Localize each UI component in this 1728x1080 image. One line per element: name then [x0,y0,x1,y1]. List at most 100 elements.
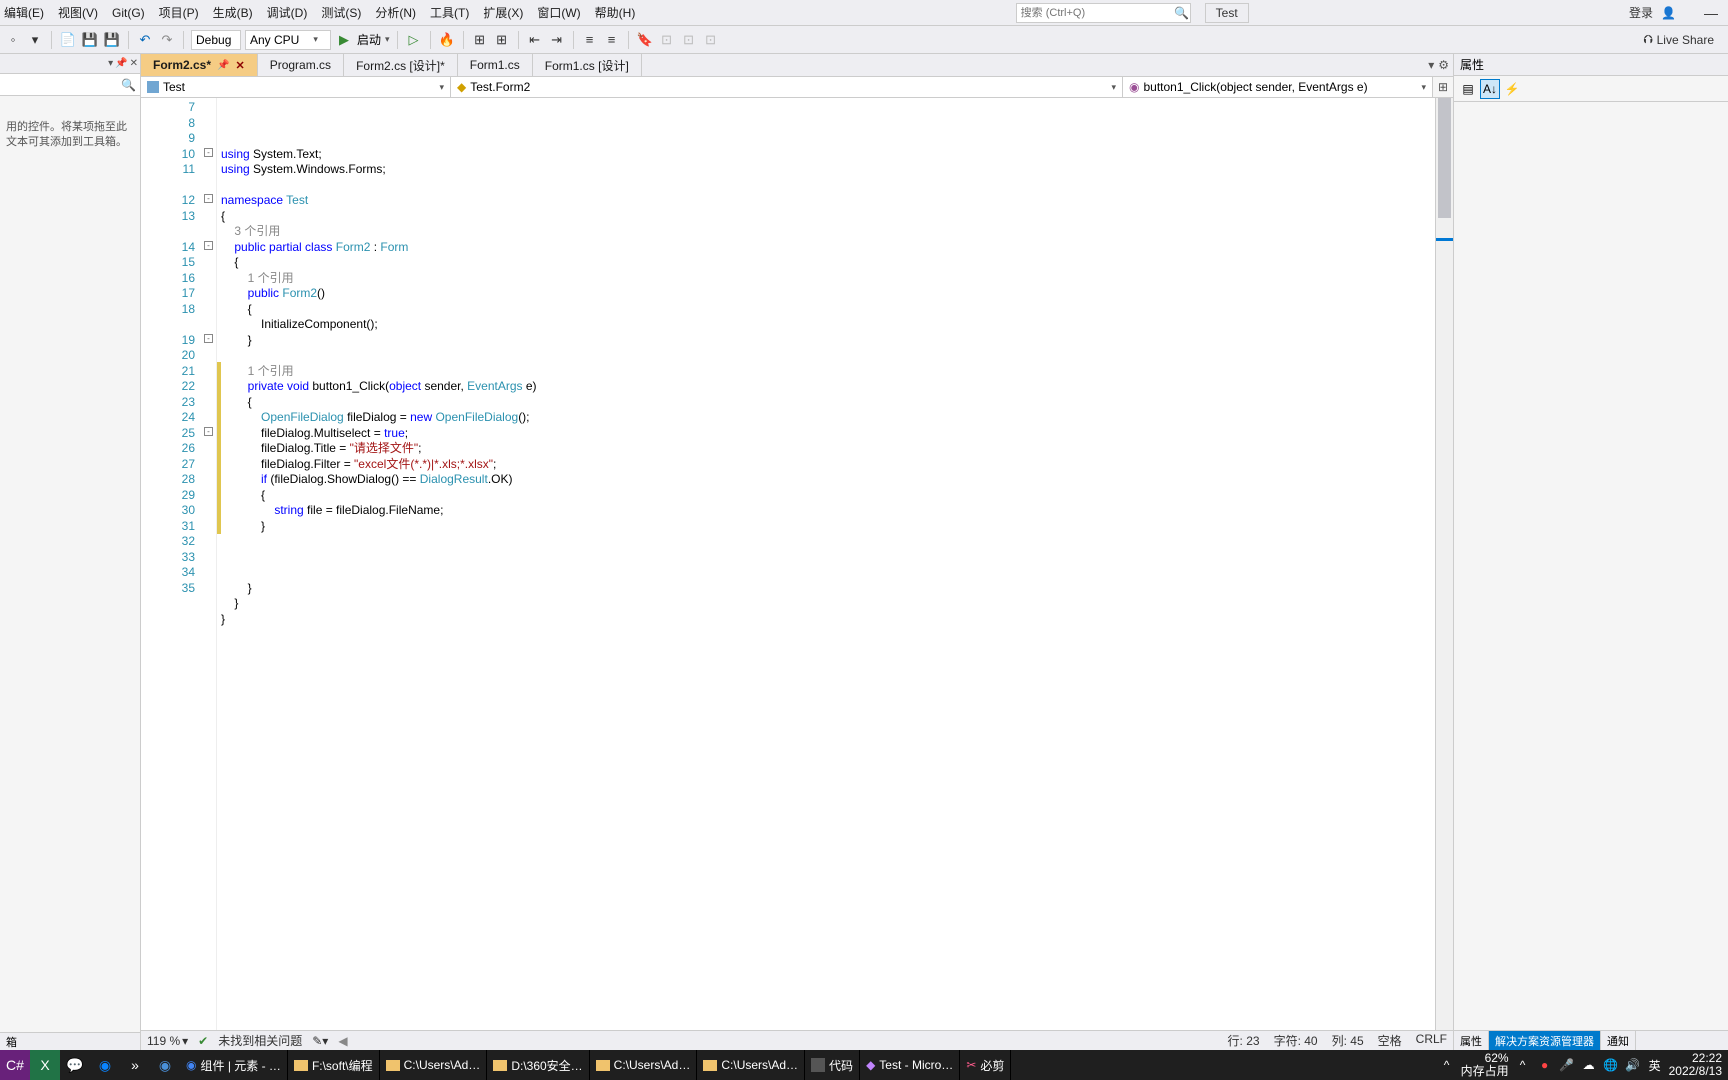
tray-mic-icon[interactable]: 🎤 [1559,1058,1575,1072]
menu-view[interactable]: 视图(V) [58,4,98,21]
nav-project-combo[interactable]: Test▾ [141,77,451,97]
code-view[interactable]: using System.Text;using System.Windows.F… [221,98,1435,1030]
start-debug-icon[interactable]: ▶ [335,31,353,49]
back-icon[interactable]: ◦ [4,31,22,49]
minimize-button[interactable]: — [1698,5,1724,21]
tab-form1-design[interactable]: Form1.cs [设计] [533,54,642,76]
undo-icon[interactable]: ↶ [136,31,154,49]
tray-up-icon[interactable]: ^ [1439,1058,1455,1072]
account-icon[interactable]: 👤 [1661,6,1676,20]
task-folder-5[interactable]: C:\Users\Ad… [697,1050,805,1080]
no-issues-icon[interactable]: ✔ [198,1034,208,1048]
status-line[interactable]: 行: 23 [1228,1032,1260,1049]
tab-form2-design[interactable]: Form2.cs [设计]* [344,54,458,76]
menu-test[interactable]: 测试(S) [321,4,361,21]
nav-2-icon[interactable]: ⊡ [680,31,698,49]
login-link[interactable]: 登录 [1629,4,1653,21]
tray-vol-icon[interactable]: 🔊 [1625,1058,1641,1072]
btab-properties[interactable]: 属性 [1454,1031,1489,1050]
config-combo[interactable]: Debug▾ [191,30,241,50]
menu-analyze[interactable]: 分析(N) [375,4,416,21]
hot-reload-icon[interactable]: 🔥 [438,31,456,49]
status-eol[interactable]: CRLF [1416,1032,1447,1049]
toolbox-tab[interactable]: 箱 [0,1032,140,1050]
tb-misc-2[interactable]: ⊞ [493,31,511,49]
tab-form2-cs[interactable]: Form2.cs* 📌 ✕ [141,54,258,76]
task-notepad[interactable]: 代码 [805,1050,860,1080]
task-wechat-icon[interactable]: 💬 [60,1050,90,1080]
tab-form1-cs[interactable]: Form1.cs [458,54,533,76]
search-icon[interactable]: 🔍 [121,78,136,92]
live-share-icon[interactable]: ⮉ [1644,32,1653,47]
start-nodebug-icon[interactable]: ▷ [405,31,423,49]
task-chrome[interactable]: ◉组件 | 元素 - … [180,1050,288,1080]
save-icon[interactable]: 💾 [81,31,99,49]
task-folder-1[interactable]: F:\soft\编程 [288,1050,380,1080]
tray-net-icon[interactable]: 🌐 [1603,1058,1619,1072]
task-kugou-icon[interactable]: ◉ [90,1050,120,1080]
save-all-icon[interactable]: 💾 [103,31,121,49]
task-expand-icon[interactable]: » [120,1050,150,1080]
menu-git[interactable]: Git(G) [112,6,145,20]
task-folder-2[interactable]: C:\Users\Ad… [380,1050,488,1080]
tray-clock[interactable]: 22:22 2022/8/13 [1669,1052,1722,1078]
tab-overflow-icon[interactable]: ▾ [1428,58,1434,72]
events-icon[interactable]: ⚡ [1502,79,1522,99]
task-vs[interactable]: ◆Test - Micro… [860,1050,960,1080]
vertical-scrollbar[interactable] [1435,98,1453,1030]
menu-extensions[interactable]: 扩展(X) [483,4,523,21]
comment-icon[interactable]: ≡ [581,31,599,49]
task-bijian[interactable]: ✂必剪 [960,1050,1011,1080]
btab-notifications[interactable]: 通知 [1601,1031,1636,1050]
nav-3-icon[interactable]: ⊡ [702,31,720,49]
tray-sync-icon[interactable]: ☁ [1581,1058,1597,1072]
search-icon[interactable]: 🔍 [1173,6,1189,20]
solution-name-button[interactable]: Test [1205,3,1249,23]
task-ball-icon[interactable]: ◉ [150,1050,180,1080]
menu-debug[interactable]: 调试(D) [267,4,308,21]
fold-gutter[interactable]: ----- [203,98,217,1030]
new-file-icon[interactable]: 📄 [59,31,77,49]
task-excel-icon[interactable]: X [30,1050,60,1080]
task-folder-4[interactable]: C:\Users\Ad… [590,1050,698,1080]
menu-build[interactable]: 生成(B) [213,4,253,21]
platform-combo[interactable]: Any CPU▾ [245,30,331,50]
indent-inc-icon[interactable]: ⇥ [548,31,566,49]
pin-icon[interactable]: 📌 [217,60,229,71]
status-char[interactable]: 字符: 40 [1274,1032,1318,1049]
redo-icon[interactable]: ↷ [158,31,176,49]
task-folder-3[interactable]: D:\360安全… [487,1050,589,1080]
toolbox-search-input[interactable] [4,78,121,92]
nav-1-icon[interactable]: ⊡ [658,31,676,49]
alphabetical-icon[interactable]: A↓ [1480,79,1500,99]
menu-window[interactable]: 窗口(W) [537,4,580,21]
pin-icon[interactable]: 📌 [115,58,127,69]
tab-settings-icon[interactable]: ⚙ [1438,58,1449,72]
status-spaces[interactable]: 空格 [1378,1032,1402,1049]
menu-edit[interactable]: 编辑(E) [4,4,44,21]
live-share-label[interactable]: Live Share [1657,33,1714,47]
menu-project[interactable]: 项目(P) [159,4,199,21]
toolbox-search[interactable]: 🔍 [0,74,140,96]
search-input[interactable] [1017,7,1174,19]
close-icon[interactable]: ✕ [235,59,244,72]
tray-up2-icon[interactable]: ^ [1515,1058,1531,1072]
task-csharp-icon[interactable]: C# [0,1050,30,1080]
nav-class-combo[interactable]: ◆ Test.Form2▾ [451,77,1123,97]
tab-program-cs[interactable]: Program.cs [258,54,344,76]
menu-help[interactable]: 帮助(H) [595,4,636,21]
start-debug-label[interactable]: 启动 [357,31,381,48]
split-icon[interactable]: ⊞ [1433,77,1453,97]
scroll-left-icon[interactable]: ◀ [338,1034,347,1048]
dropdown-icon[interactable]: ▾ [108,58,113,69]
tb-misc-1[interactable]: ⊞ [471,31,489,49]
tray-rec-icon[interactable]: ● [1537,1058,1553,1072]
brush-icon[interactable]: ✎▾ [312,1034,328,1048]
tray-ime[interactable]: 英 [1647,1057,1663,1074]
tray-perf[interactable]: 62% 内存占用 [1461,1052,1509,1078]
zoom-combo[interactable]: 119 % ▾ [147,1034,188,1048]
close-panel-icon[interactable]: ✕ [130,58,138,69]
btab-solution-explorer[interactable]: 解决方案资源管理器 [1489,1031,1601,1050]
forward-icon[interactable]: ▾ [26,31,44,49]
search-box[interactable]: 🔍 [1016,3,1191,23]
